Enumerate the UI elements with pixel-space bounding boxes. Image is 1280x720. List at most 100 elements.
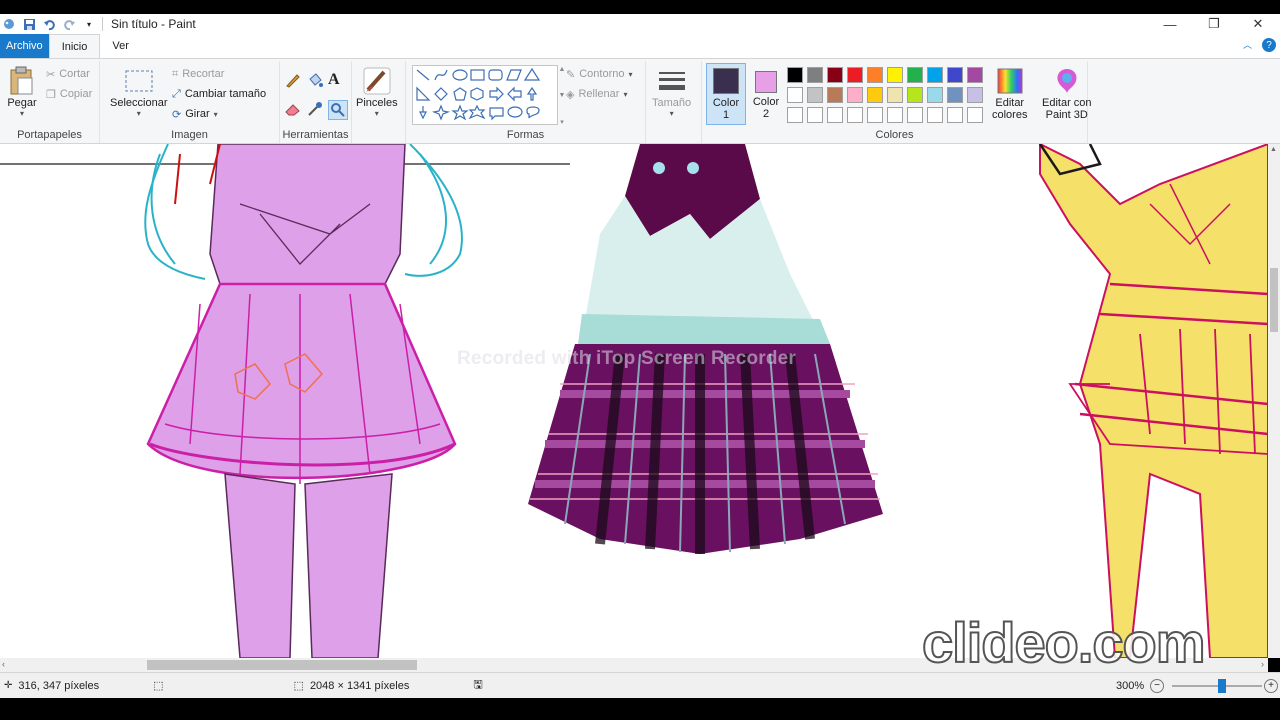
palette-swatch[interactable] bbox=[847, 107, 863, 123]
palette-swatch[interactable] bbox=[827, 107, 843, 123]
tools-grid: A bbox=[284, 71, 350, 121]
minimize-button[interactable]: — bbox=[1148, 14, 1192, 34]
image-size: 2048 × 1341 píxeles bbox=[309, 679, 410, 692]
colors-group-label: Colores bbox=[875, 129, 914, 141]
scroll-left-icon[interactable]: ‹ bbox=[2, 659, 5, 669]
horizontal-scroll-thumb[interactable] bbox=[147, 660, 417, 670]
palette-swatch[interactable] bbox=[787, 87, 803, 103]
shapes-more-icon[interactable]: ▾ bbox=[560, 118, 564, 126]
palette-swatch[interactable] bbox=[807, 107, 823, 123]
undo-icon[interactable] bbox=[42, 17, 56, 31]
select-dropdown-icon[interactable]: ▾ bbox=[137, 109, 141, 118]
palette-swatch[interactable] bbox=[967, 67, 983, 83]
select-button[interactable]: Seleccionar ▾ bbox=[110, 65, 167, 118]
qa-separator bbox=[102, 17, 103, 31]
palette-swatch[interactable] bbox=[927, 87, 943, 103]
paste-button[interactable]: Pegar ▾ bbox=[6, 65, 38, 118]
save-icon[interactable] bbox=[22, 17, 36, 31]
magnifier-icon[interactable] bbox=[328, 100, 348, 120]
scissors-icon: ✂ bbox=[46, 68, 56, 81]
palette-swatch[interactable] bbox=[847, 67, 863, 83]
palette-swatch[interactable] bbox=[947, 87, 963, 103]
paint3d-label-2: Paint 3D bbox=[1045, 109, 1088, 121]
palette-swatch[interactable] bbox=[827, 67, 843, 83]
collapse-ribbon-icon[interactable]: ︿ bbox=[1243, 38, 1252, 52]
palette-swatch[interactable] bbox=[927, 107, 943, 123]
edit-colors-button[interactable]: Editar colores bbox=[992, 65, 1027, 121]
outline-button[interactable]: ✎ Contorno ▾ bbox=[566, 65, 633, 83]
palette-swatch[interactable] bbox=[807, 67, 823, 83]
palette-swatch[interactable] bbox=[847, 87, 863, 103]
cut-button[interactable]: ✂ Cortar bbox=[46, 65, 90, 83]
copy-icon: ❐ bbox=[46, 88, 56, 101]
customize-qa-icon[interactable]: ▾ bbox=[82, 17, 96, 31]
vertical-scrollbar[interactable]: ▲ bbox=[1268, 144, 1280, 658]
redo-icon[interactable] bbox=[62, 17, 76, 31]
color-picker-icon[interactable] bbox=[306, 100, 328, 121]
shapes-scroll-down-icon[interactable]: ▼ bbox=[559, 92, 566, 99]
palette-swatch[interactable] bbox=[867, 107, 883, 123]
palette-swatch[interactable] bbox=[787, 107, 803, 123]
palette-swatch[interactable] bbox=[867, 87, 883, 103]
ribbon-tabs: Archivo Inicio Ver ︿ ? bbox=[0, 34, 1280, 58]
scroll-right-icon[interactable]: › bbox=[1261, 659, 1264, 669]
palette-swatch[interactable] bbox=[787, 67, 803, 83]
zoom-in-icon[interactable]: + bbox=[1264, 678, 1278, 693]
paint3d-button[interactable]: Editar con Paint 3D bbox=[1042, 65, 1092, 121]
zoom-slider-thumb[interactable] bbox=[1218, 679, 1226, 693]
text-icon[interactable]: A bbox=[328, 71, 350, 92]
color1-button[interactable]: Color 1 bbox=[706, 63, 746, 125]
crop-label: Recortar bbox=[182, 68, 225, 80]
palette-swatch[interactable] bbox=[947, 67, 963, 83]
palette-swatch[interactable] bbox=[907, 107, 923, 123]
brushes-button[interactable]: Pinceles ▾ bbox=[356, 65, 398, 118]
pencil-icon[interactable] bbox=[284, 71, 306, 92]
paste-label: Pegar bbox=[7, 97, 37, 109]
tab-inicio[interactable]: Inicio bbox=[48, 34, 101, 58]
scroll-up-icon[interactable]: ▲ bbox=[1270, 146, 1277, 153]
help-icon[interactable]: ? bbox=[1262, 38, 1276, 52]
palette-swatch[interactable] bbox=[887, 67, 903, 83]
clipboard-group-label: Portapapeles bbox=[17, 129, 82, 141]
shapes-gallery-icons[interactable] bbox=[413, 66, 559, 126]
palette-swatch[interactable] bbox=[827, 87, 843, 103]
size-button[interactable]: Tamaño ▾ bbox=[652, 65, 691, 118]
color1-swatch bbox=[713, 68, 739, 94]
ribbon: Pegar ▾ ✂ Cortar ❐ Copiar Portapapeles S… bbox=[0, 58, 1280, 144]
left-figure-body bbox=[146, 144, 457, 658]
palette-swatch[interactable] bbox=[907, 87, 923, 103]
artwork[interactable] bbox=[0, 144, 1268, 658]
quick-access-toolbar: ▾ bbox=[0, 17, 103, 31]
paste-dropdown-icon[interactable]: ▾ bbox=[20, 109, 24, 118]
palette-swatch[interactable] bbox=[947, 107, 963, 123]
eraser-icon[interactable] bbox=[284, 100, 306, 121]
palette-swatch[interactable] bbox=[887, 87, 903, 103]
drawing-canvas[interactable]: Recorded with iTop Screen Recorder bbox=[0, 144, 1268, 658]
brushes-label: Pinceles bbox=[356, 97, 398, 109]
palette-swatch[interactable] bbox=[927, 67, 943, 83]
fill-button[interactable]: ◈ Rellenar ▾ bbox=[566, 85, 627, 103]
copy-button[interactable]: ❐ Copiar bbox=[46, 85, 92, 103]
vertical-scroll-thumb[interactable] bbox=[1270, 268, 1278, 332]
zoom-out-icon[interactable]: − bbox=[1150, 678, 1164, 693]
palette-swatch[interactable] bbox=[887, 107, 903, 123]
color2-button[interactable]: Color 2 bbox=[748, 63, 784, 125]
palette-swatch[interactable] bbox=[967, 107, 983, 123]
close-button[interactable]: ✕ bbox=[1236, 14, 1280, 34]
maximize-button[interactable]: ❐ bbox=[1192, 14, 1236, 34]
fill-bucket-icon[interactable] bbox=[306, 71, 328, 92]
rotate-button[interactable]: ⟳ Girar ▾ bbox=[172, 105, 218, 123]
palette-swatch[interactable] bbox=[967, 87, 983, 103]
palette-swatch[interactable] bbox=[907, 67, 923, 83]
shapes-scroll-up-icon[interactable]: ▲ bbox=[559, 66, 566, 73]
shapes-scroll[interactable]: ▲ ▼ ▾ bbox=[558, 66, 566, 126]
tab-ver[interactable]: Ver bbox=[100, 34, 141, 58]
color2-number: 2 bbox=[762, 108, 770, 120]
clideo-watermark: clideo.com bbox=[921, 610, 1207, 675]
palette-swatch[interactable] bbox=[867, 67, 883, 83]
zoom-slider[interactable] bbox=[1172, 679, 1262, 693]
palette-swatch[interactable] bbox=[807, 87, 823, 103]
crop-button[interactable]: ⌗ Recortar bbox=[172, 65, 224, 83]
tab-archivo[interactable]: Archivo bbox=[0, 34, 49, 58]
resize-button[interactable]: ⤢ Cambiar tamaño bbox=[172, 85, 266, 103]
